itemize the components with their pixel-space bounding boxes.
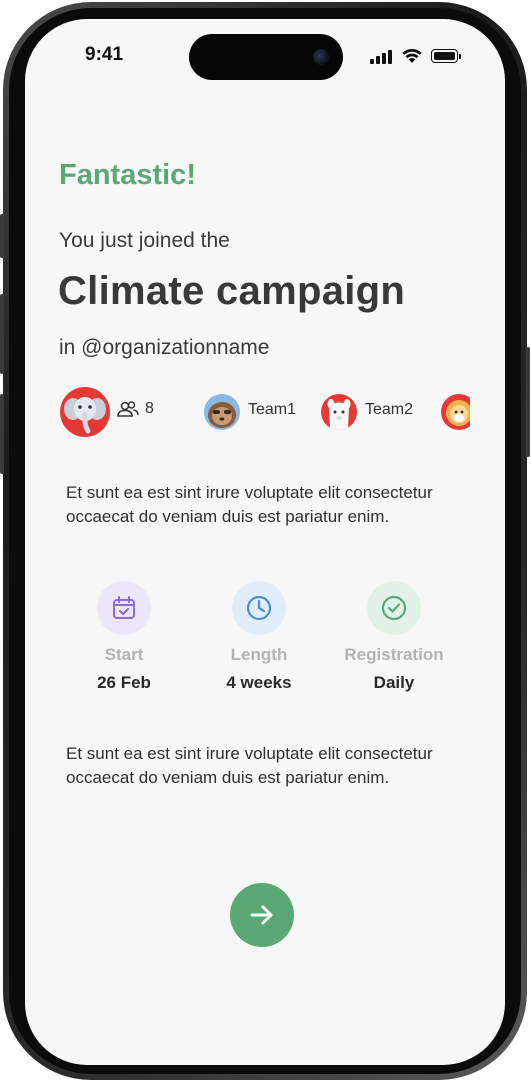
stat-value: 4 weeks [226,673,292,692]
stat-value: Daily [373,673,415,692]
next-button[interactable] [230,883,294,947]
check-circle-icon [381,595,407,621]
stat-icon-badge [232,581,286,635]
stat-label: Registration [344,645,444,664]
calendar-icon [113,596,135,619]
stat-start: Start 26 Feb [59,581,189,693]
volume-up-button [0,294,4,374]
stat-value: 26 Feb [97,673,151,692]
success-heading: Fantastic! [59,159,196,191]
status-time: 9:41 [85,44,124,65]
sloth-avatar[interactable] [204,394,240,430]
battery-icon [431,49,461,63]
campaign-title: Climate campaign [58,269,406,313]
organization-name: in @organizationname [59,336,270,359]
stat-label: Length [230,645,288,664]
team-label[interactable]: Team1 [248,401,296,419]
stat-label: Start [104,645,144,664]
member-count-value: 8 [145,400,154,417]
joined-intro: You just joined the [59,229,230,252]
alpaca-avatar[interactable] [321,394,357,430]
volume-down-button [0,394,4,474]
arrow-right-icon [250,905,273,925]
member-count: 8 [116,400,154,418]
lion-avatar[interactable] [441,394,470,430]
stat-length: Length 4 weeks [194,581,324,693]
app-screen: 9:41 Fantastic! You just joined the Clim… [25,19,505,1065]
campaign-description-secondary: Et sunt ea est sint irure voluptate elit… [66,744,433,787]
cellular-signal-icon [370,50,394,64]
campaign-description: Et sunt ea est sint irure voluptate elit… [66,483,433,526]
elephant-avatar[interactable] [60,387,110,437]
dynamic-island [189,34,343,80]
stat-icon-badge [97,581,151,635]
power-button [526,347,530,457]
team-label[interactable]: Team2 [365,401,413,419]
clock-icon [246,595,272,621]
teams-row[interactable]: 8 Team1 Team2 [60,387,470,437]
front-camera [313,49,329,65]
stat-icon-badge [367,581,421,635]
users-icon [117,401,139,417]
campaign-stats: Start 26 Feb Length 4 weeks Registration [59,581,479,701]
action-button [0,214,4,258]
stat-registration: Registration Daily [329,581,459,693]
wifi-icon [402,48,422,63]
